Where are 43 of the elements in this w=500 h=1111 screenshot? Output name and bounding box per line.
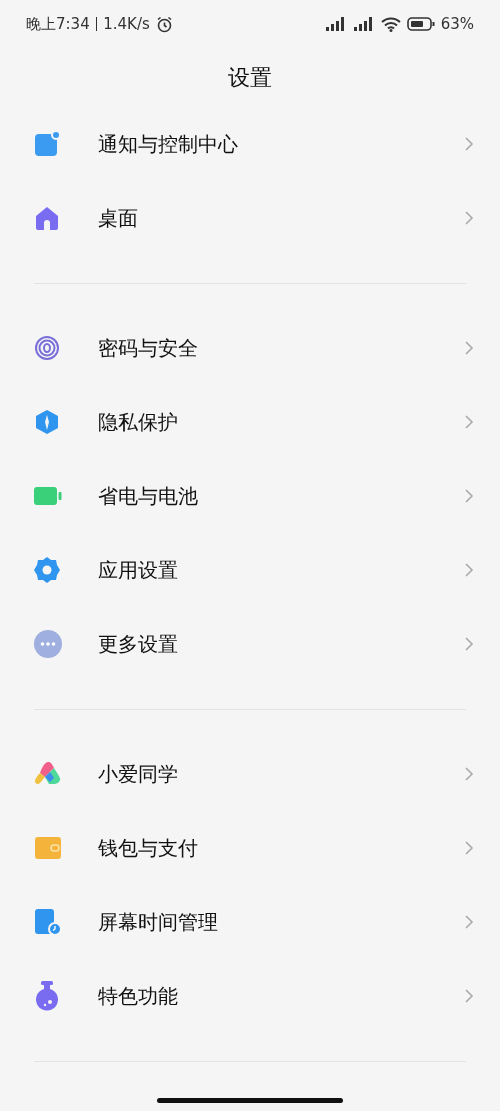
chevron-icon bbox=[464, 136, 474, 152]
shield-icon bbox=[34, 409, 60, 435]
home-indicator[interactable] bbox=[157, 1098, 343, 1103]
chevron-icon bbox=[464, 636, 474, 652]
signal-icon bbox=[352, 17, 375, 31]
settings-item[interactable]: 通知与控制中心 bbox=[0, 107, 500, 181]
battery-icon bbox=[406, 17, 435, 31]
chevron-icon bbox=[464, 340, 474, 356]
wifi-icon bbox=[380, 16, 401, 32]
notification-icon bbox=[34, 131, 60, 157]
chevron-icon bbox=[464, 914, 474, 930]
alarm-icon bbox=[155, 15, 173, 33]
wallet-icon bbox=[34, 836, 62, 860]
page-title: 设置 bbox=[228, 63, 272, 92]
settings-item[interactable]: 省电与电池 bbox=[0, 459, 500, 533]
network-speed: 1.4K/s bbox=[103, 15, 150, 33]
settings-item[interactable]: 特色功能 bbox=[0, 959, 500, 1033]
chevron-icon bbox=[464, 210, 474, 226]
status-time: 晚上7:34 bbox=[26, 14, 90, 34]
home-icon bbox=[34, 205, 60, 231]
chevron-icon bbox=[464, 840, 474, 856]
settings-item[interactable]: 小爱同学 bbox=[0, 737, 500, 811]
chevron-icon bbox=[464, 988, 474, 1004]
settings-item[interactable]: 应用设置 bbox=[0, 533, 500, 607]
flask-icon bbox=[34, 981, 60, 1011]
fingerprint-icon bbox=[34, 335, 60, 361]
signal-icon bbox=[324, 17, 347, 31]
settings-item[interactable]: 更多设置 bbox=[0, 607, 500, 681]
screen-time-icon bbox=[34, 908, 62, 936]
chevron-icon bbox=[464, 766, 474, 782]
chevron-icon bbox=[464, 488, 474, 504]
chevron-icon bbox=[464, 414, 474, 430]
battery-percent: 63% bbox=[440, 15, 474, 33]
settings-item[interactable]: 桌面 bbox=[0, 181, 500, 255]
assistant-icon bbox=[34, 761, 62, 787]
more-icon bbox=[34, 630, 62, 658]
settings-item[interactable]: 密码与安全 bbox=[0, 311, 500, 385]
settings-icon bbox=[34, 557, 60, 583]
battery-icon bbox=[34, 487, 62, 505]
chevron-icon bbox=[464, 562, 474, 578]
settings-item[interactable]: 屏幕时间管理 bbox=[0, 885, 500, 959]
settings-item[interactable]: 钱包与支付 bbox=[0, 811, 500, 885]
settings-item[interactable]: 隐私保护 bbox=[0, 385, 500, 459]
